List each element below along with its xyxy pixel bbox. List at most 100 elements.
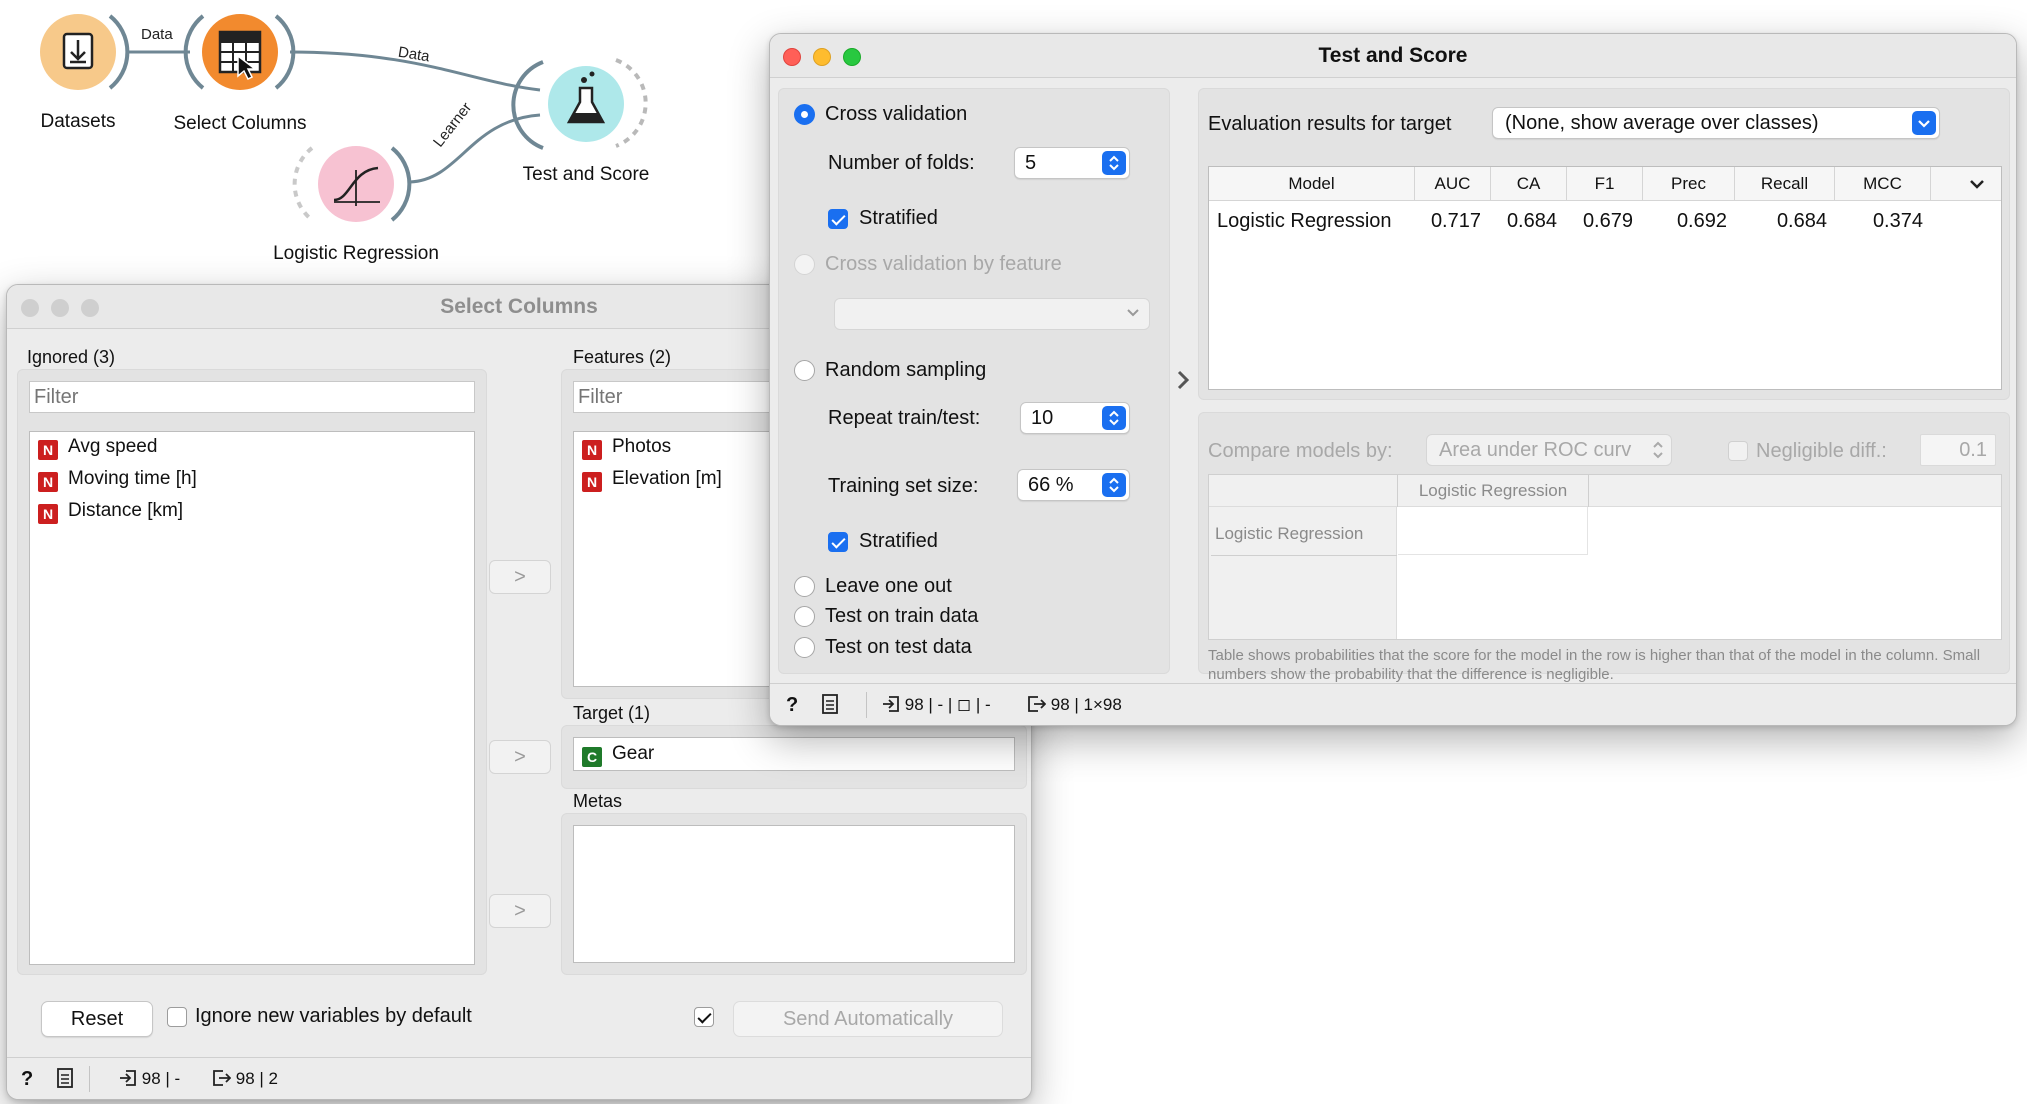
datasets-node-label: Datasets xyxy=(40,111,116,132)
comparison-header-row xyxy=(1209,475,2001,507)
output-summary-text: 98 | 2 xyxy=(235,1069,278,1088)
list-item[interactable]: N Moving time [h] xyxy=(38,464,197,494)
list-item[interactable]: N Avg speed xyxy=(38,432,157,462)
move-to-features-button[interactable]: > xyxy=(489,560,551,594)
output-summary: 98 | 2 xyxy=(213,1058,278,1099)
comparison-row-divider xyxy=(1211,555,1397,556)
training-size-selector[interactable]: 66 % xyxy=(1017,469,1130,501)
ignored-list[interactable]: N Avg speed N Moving time [h] N Distance [k… xyxy=(29,431,475,965)
metas-list[interactable] xyxy=(573,825,1015,963)
list-item[interactable]: N Photos xyxy=(582,432,671,462)
cv-feature-combo[interactable] xyxy=(834,298,1150,330)
up-down-arrows-icon xyxy=(1649,437,1667,465)
numeric-tag: N xyxy=(38,440,58,460)
move-to-metas-button[interactable]: > xyxy=(489,894,551,928)
compare-models-label: Compare models by: xyxy=(1208,440,1393,462)
target-class-value: (None, show average over classes) xyxy=(1505,112,1819,134)
separator xyxy=(866,692,867,718)
input-summary-text: 98 | - | ◻ | - xyxy=(904,695,991,714)
variable-name: Photos xyxy=(612,436,672,457)
cell-f1: 0.679 xyxy=(1582,210,1633,232)
table-header: Model AUC CA F1 Prec Recall MCC xyxy=(1209,167,2001,201)
up-down-arrows-icon xyxy=(1102,473,1126,497)
ignore-new-variables-checkbox[interactable] xyxy=(167,1007,187,1027)
rs-stratified-checkbox[interactable] xyxy=(828,532,848,552)
column-header-f1[interactable]: F1 xyxy=(1567,167,1643,201)
output-summary-text: 98 | 1×98 xyxy=(1050,695,1122,714)
column-header-recall[interactable]: Recall xyxy=(1735,167,1835,201)
cell-model: Logistic Regression xyxy=(1217,210,1392,232)
column-header-mcc[interactable]: MCC xyxy=(1835,167,1931,201)
chevron-down-icon xyxy=(1912,111,1936,135)
list-item[interactable]: N Elevation [m] xyxy=(582,464,722,494)
comparison-row-header: Logistic Regression xyxy=(1215,524,1364,543)
ignore-new-variables-label: Ignore new variables by default xyxy=(195,1005,472,1027)
test-and-score-titlebar[interactable]: Test and Score xyxy=(770,34,2016,78)
cv-by-feature-radio[interactable] xyxy=(794,254,815,275)
input-icon xyxy=(883,696,899,712)
numeric-tag: N xyxy=(582,472,602,492)
list-item[interactable]: C Gear xyxy=(582,739,654,769)
rs-stratified-label: Stratified xyxy=(859,530,938,552)
select-columns-statusbar: ? 98 | - 98 | 2 xyxy=(7,1057,1031,1099)
random-sampling-radio[interactable] xyxy=(794,360,815,381)
folds-selector[interactable]: 5 xyxy=(1014,147,1130,179)
numeric-tag: N xyxy=(38,472,58,492)
input-summary: 98 | - | ◻ | - xyxy=(882,684,991,725)
column-header-auc[interactable]: AUC xyxy=(1415,167,1491,201)
comparison-cell xyxy=(1398,507,1588,555)
target-list[interactable]: C Gear xyxy=(573,737,1015,771)
ignored-filter-input[interactable] xyxy=(29,381,475,413)
chevron-right-icon[interactable] xyxy=(1174,367,1192,398)
features-label: Features (2) xyxy=(573,347,672,367)
cv-by-feature-label: Cross validation by feature xyxy=(825,253,1062,275)
select-columns-node[interactable] xyxy=(183,14,296,90)
input-summary: 98 | - xyxy=(119,1058,180,1099)
column-header-prec[interactable]: Prec xyxy=(1643,167,1735,201)
link-label-data-1: Data xyxy=(141,26,173,43)
auto-send-checkbox[interactable] xyxy=(694,1007,714,1027)
test-on-train-radio[interactable] xyxy=(794,606,815,627)
output-icon xyxy=(213,1070,232,1086)
file-download-icon xyxy=(62,32,94,70)
datasets-node[interactable] xyxy=(40,14,130,90)
test-and-score-node[interactable] xyxy=(511,58,648,150)
variable-name: Avg speed xyxy=(68,436,158,457)
column-header-model[interactable]: Model xyxy=(1209,167,1415,201)
test-and-score-node-label: Test and Score xyxy=(522,164,650,185)
report-icon[interactable] xyxy=(57,1058,73,1099)
column-menu-chevron-icon[interactable] xyxy=(1967,173,1987,200)
folds-value: 5 xyxy=(1025,152,1037,174)
send-automatically-button[interactable]: Send Automatically xyxy=(733,1001,1003,1037)
numeric-tag: N xyxy=(582,440,602,460)
comparison-column-header: Logistic Regression xyxy=(1397,475,1589,507)
chevron-down-icon xyxy=(1125,301,1141,329)
training-size-value: 66 % xyxy=(1028,474,1074,496)
list-item[interactable]: N Distance [km] xyxy=(38,496,183,526)
window-title: Test and Score xyxy=(1318,44,1468,67)
logistic-regression-node[interactable] xyxy=(292,146,412,222)
negligible-diff-label: Negligible diff.: xyxy=(1756,440,1887,462)
comparison-table[interactable]: Logistic Regression Logistic Regression xyxy=(1208,474,2002,640)
report-icon[interactable] xyxy=(822,684,838,725)
negligible-diff-input[interactable]: 0.1 xyxy=(1920,434,1996,466)
column-header-ca[interactable]: CA xyxy=(1491,167,1567,201)
help-icon[interactable]: ? xyxy=(786,684,798,725)
negligible-diff-checkbox[interactable] xyxy=(1728,441,1748,461)
help-icon[interactable]: ? xyxy=(21,1058,33,1099)
test-on-test-radio[interactable] xyxy=(794,637,815,658)
compare-models-combo[interactable]: Area under ROC curv xyxy=(1426,434,1672,466)
cv-stratified-checkbox[interactable] xyxy=(828,209,848,229)
repeat-selector[interactable]: 10 xyxy=(1020,402,1130,434)
test-on-train-label: Test on train data xyxy=(825,605,979,627)
cross-validation-radio[interactable] xyxy=(794,104,815,125)
evaluation-results-table[interactable]: Model AUC CA F1 Prec Recall MCC Logistic… xyxy=(1208,166,2002,390)
table-row[interactable]: Logistic Regression 0.717 0.684 0.679 0.… xyxy=(1209,203,2001,239)
reset-button[interactable]: Reset xyxy=(41,1001,153,1037)
link-learner-test[interactable] xyxy=(409,113,541,184)
target-class-combo[interactable]: (None, show average over classes) xyxy=(1492,107,1940,139)
cv-stratified-label: Stratified xyxy=(859,207,938,229)
training-size-label: Training set size: xyxy=(828,475,979,497)
leave-one-out-radio[interactable] xyxy=(794,576,815,597)
move-to-target-button[interactable]: > xyxy=(489,740,551,774)
